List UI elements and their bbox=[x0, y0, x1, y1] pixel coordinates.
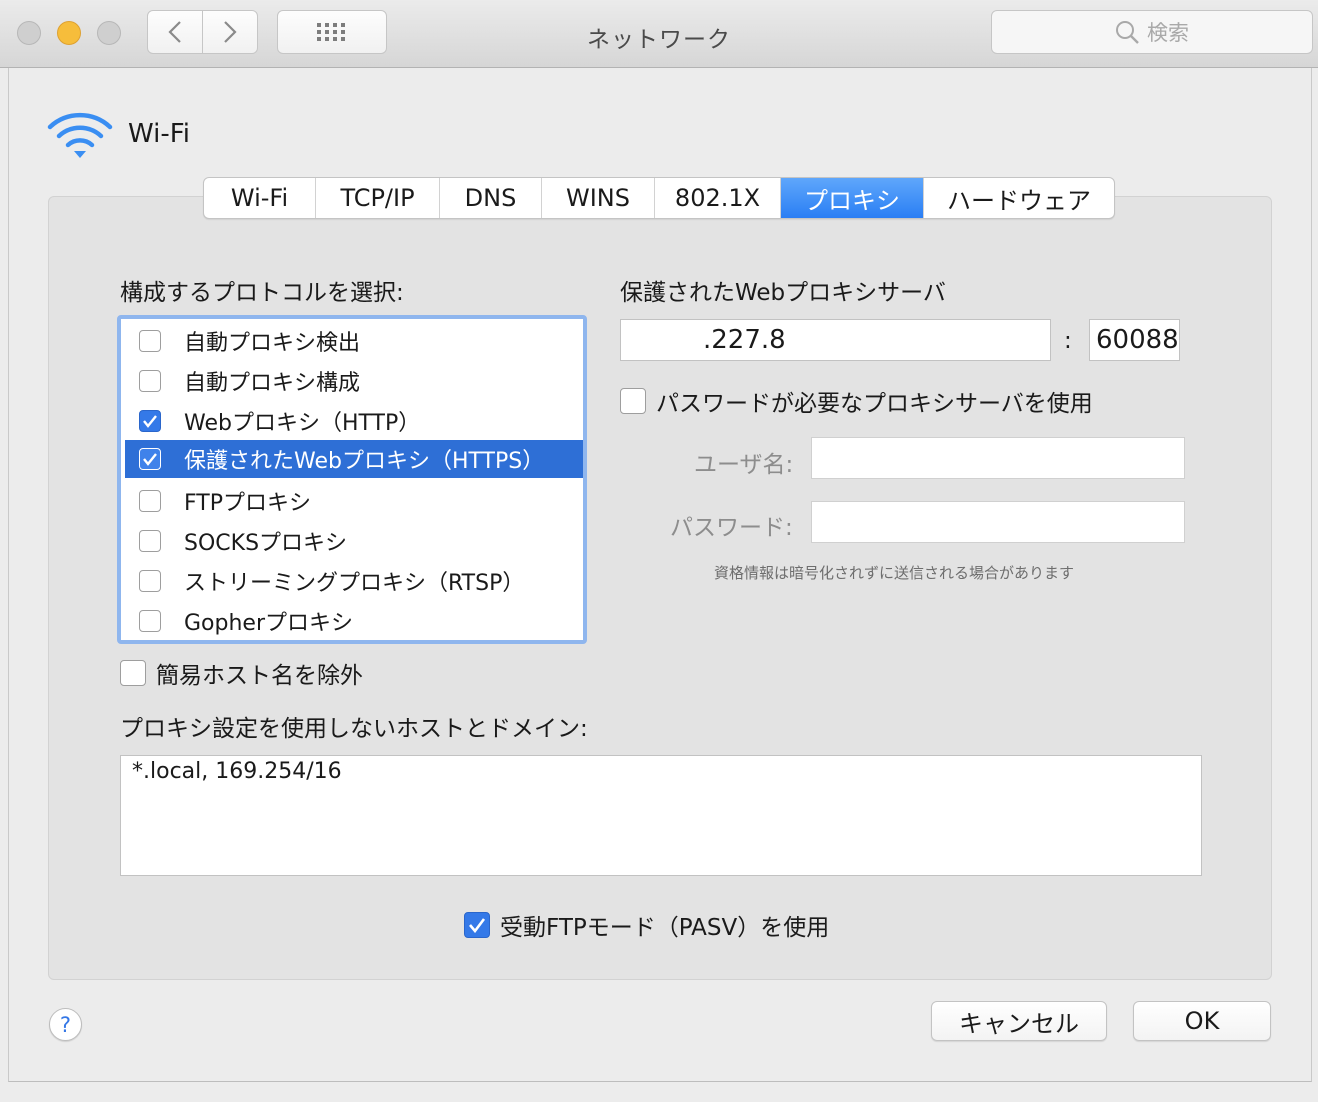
help-icon: ? bbox=[59, 1012, 72, 1037]
protocol-list[interactable]: 自動プロキシ検出 自動プロキシ構成 Webプロキシ（HTTP） 保護されたWeb… bbox=[117, 315, 587, 644]
checkbox[interactable] bbox=[139, 610, 161, 632]
protocol-auto-config[interactable]: 自動プロキシ構成 bbox=[125, 362, 583, 400]
protocol-label: Webプロキシ（HTTP） bbox=[184, 411, 421, 436]
tab-wifi[interactable]: Wi-Fi bbox=[204, 178, 316, 218]
checkbox[interactable] bbox=[620, 388, 646, 414]
password-field[interactable] bbox=[811, 501, 1185, 543]
bypass-hosts-textarea[interactable]: *.local, 169.254/16 bbox=[120, 755, 1202, 876]
ok-button[interactable]: OK bbox=[1133, 1001, 1271, 1041]
username-label: ユーザ名: bbox=[694, 452, 794, 478]
title-bar: ネットワーク 検索 bbox=[0, 0, 1318, 68]
tab-wins[interactable]: WINS bbox=[542, 178, 655, 218]
checkbox-checked[interactable] bbox=[139, 448, 161, 470]
cancel-button[interactable]: キャンセル bbox=[931, 1001, 1107, 1041]
search-placeholder: 検索 bbox=[1147, 21, 1189, 45]
checkmark-icon bbox=[469, 918, 486, 933]
protocol-label: ストリーミングプロキシ（RTSP） bbox=[184, 571, 525, 596]
checkbox-checked[interactable] bbox=[139, 410, 161, 432]
search-field[interactable]: 検索 bbox=[991, 10, 1313, 54]
tab-proxies[interactable]: プロキシ bbox=[781, 178, 924, 218]
search-icon bbox=[1116, 21, 1139, 44]
protocol-label: 保護されたWebプロキシ（HTTPS） bbox=[184, 449, 545, 474]
protocols-heading: 構成するプロトコルを選択: bbox=[120, 280, 404, 306]
proxy-port: 60088 bbox=[1096, 325, 1179, 355]
tab-hardware[interactable]: ハードウェア bbox=[924, 178, 1114, 218]
checkmark-icon bbox=[143, 415, 157, 428]
password-label: パスワード: bbox=[670, 515, 793, 541]
proxy-server-address-field[interactable]: .227.8 bbox=[620, 319, 1051, 361]
protocol-https[interactable]: 保護されたWebプロキシ（HTTPS） bbox=[125, 440, 583, 478]
wifi-icon bbox=[47, 112, 113, 158]
protocol-gopher[interactable]: Gopherプロキシ bbox=[125, 602, 583, 640]
tab-dns[interactable]: DNS bbox=[440, 178, 542, 218]
checkmark-icon bbox=[143, 453, 157, 466]
help-button[interactable]: ? bbox=[49, 1008, 82, 1041]
protocol-ftp[interactable]: FTPプロキシ bbox=[125, 482, 583, 520]
exclude-simple-hostnames-option[interactable]: 簡易ホスト名を除外 bbox=[120, 656, 363, 690]
bypass-hosts-value: *.local, 169.254/16 bbox=[132, 759, 342, 784]
tab-bar: Wi-Fi TCP/IP DNS WINS 802.1X プロキシ ハードウェア bbox=[203, 177, 1115, 219]
checkbox[interactable] bbox=[139, 570, 161, 592]
password-required-label: パスワードが必要なプロキシサーバを使用 bbox=[656, 391, 1093, 417]
passive-ftp-option[interactable]: 受動FTPモード（PASV）を使用 bbox=[464, 908, 829, 942]
bypass-heading: プロキシ設定を使用しないホストとドメイン: bbox=[120, 716, 588, 742]
passive-ftp-label: 受動FTPモード（PASV）を使用 bbox=[500, 915, 830, 941]
protocol-http[interactable]: Webプロキシ（HTTP） bbox=[125, 402, 583, 440]
checkbox[interactable] bbox=[120, 660, 146, 686]
proxy-port-field[interactable]: 60088 bbox=[1089, 319, 1180, 361]
checkbox-checked[interactable] bbox=[464, 912, 490, 938]
proxy-server-address: .227.8 bbox=[703, 325, 786, 355]
tab-tcpip[interactable]: TCP/IP bbox=[316, 178, 440, 218]
credentials-warning: 資格情報は暗号化されずに送信される場合があります bbox=[714, 564, 1075, 582]
checkbox[interactable] bbox=[139, 370, 161, 392]
checkbox[interactable] bbox=[139, 530, 161, 552]
interface-name: Wi-Fi bbox=[128, 119, 191, 149]
protocol-label: 自動プロキシ構成 bbox=[184, 371, 361, 396]
username-field[interactable] bbox=[811, 437, 1185, 479]
checkbox[interactable] bbox=[139, 330, 161, 352]
password-required-option[interactable]: パスワードが必要なプロキシサーバを使用 bbox=[620, 384, 1093, 418]
server-heading: 保護されたWebプロキシサーバ bbox=[620, 280, 946, 306]
exclude-simple-label: 簡易ホスト名を除外 bbox=[156, 663, 363, 689]
checkbox[interactable] bbox=[139, 490, 161, 512]
protocol-rtsp[interactable]: ストリーミングプロキシ（RTSP） bbox=[125, 562, 583, 600]
protocol-label: FTPプロキシ bbox=[184, 491, 311, 516]
cancel-label: キャンセル bbox=[959, 1009, 1079, 1038]
protocol-label: 自動プロキシ検出 bbox=[184, 331, 361, 356]
ok-label: OK bbox=[1184, 1007, 1220, 1035]
tab-8021x[interactable]: 802.1X bbox=[655, 178, 781, 218]
port-separator: : bbox=[1064, 328, 1072, 354]
protocol-auto-discovery[interactable]: 自動プロキシ検出 bbox=[125, 322, 583, 360]
protocol-label: SOCKSプロキシ bbox=[184, 531, 348, 556]
protocol-socks[interactable]: SOCKSプロキシ bbox=[125, 522, 583, 560]
protocol-label: Gopherプロキシ bbox=[184, 611, 353, 636]
